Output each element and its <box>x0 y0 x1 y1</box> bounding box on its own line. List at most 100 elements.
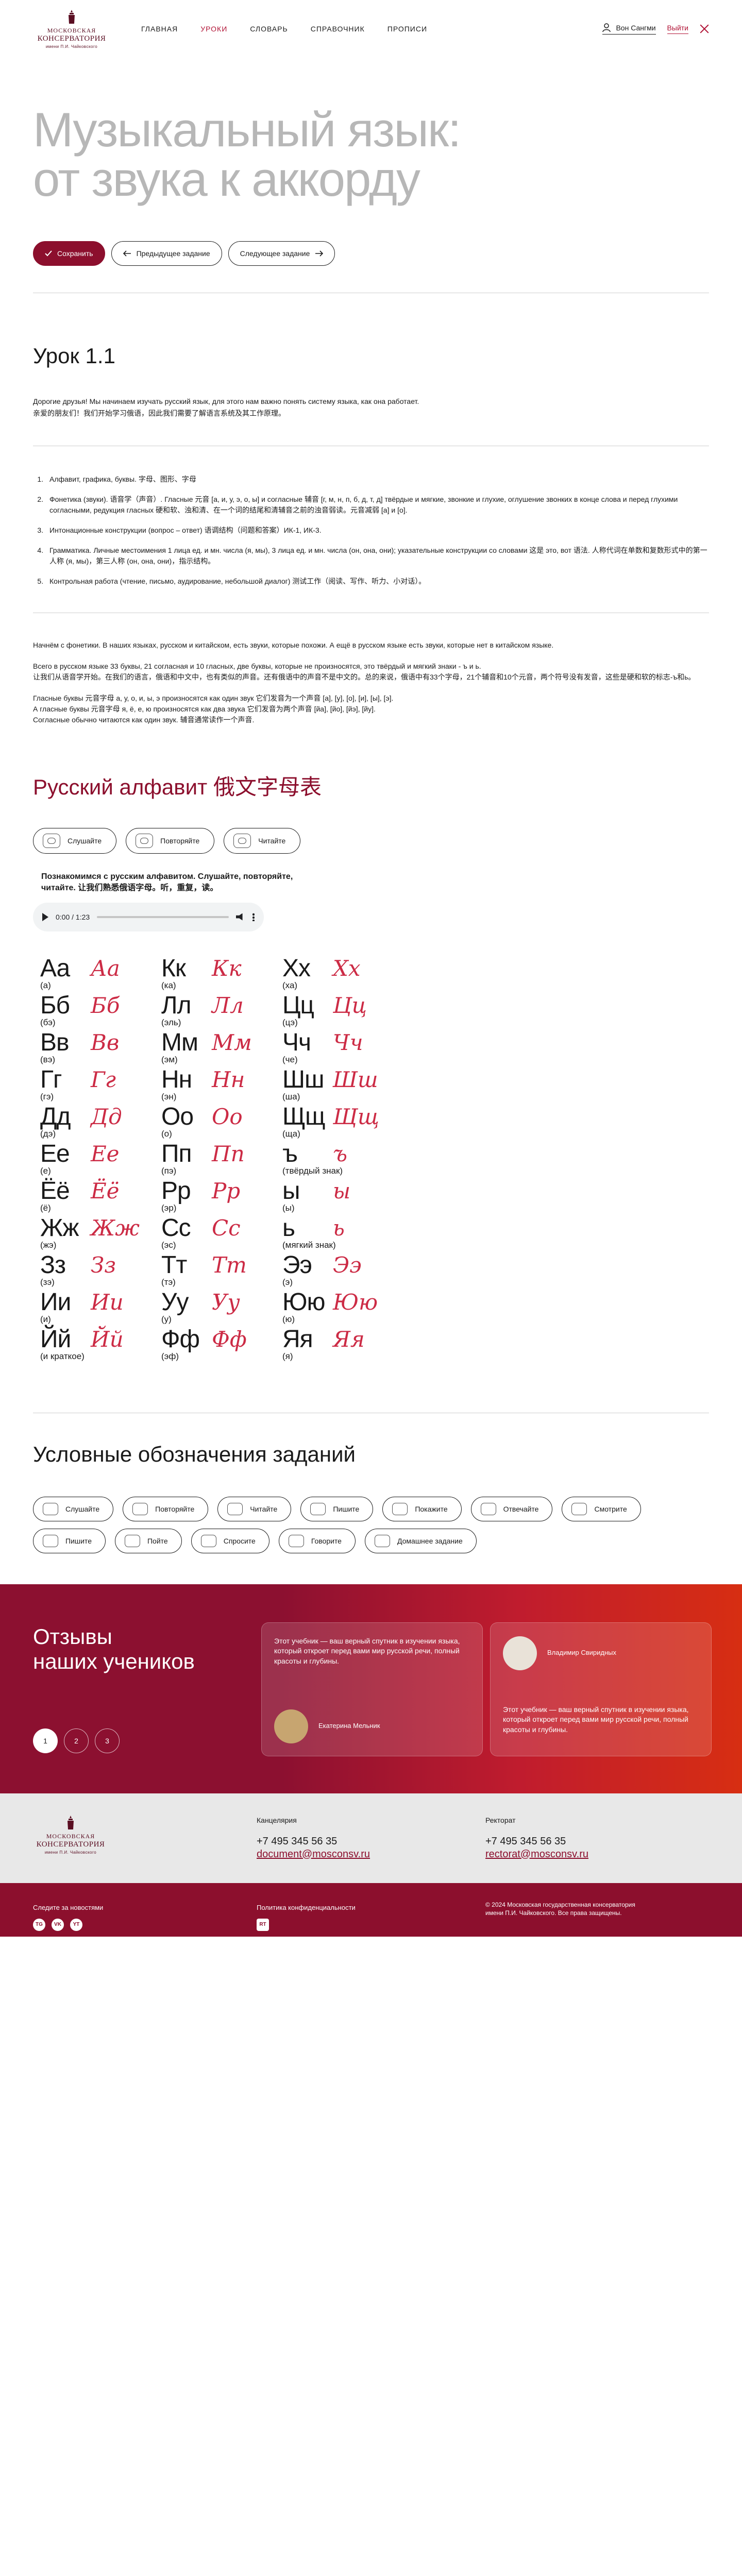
note-paragraph: Согласные обычно читаются как один звук.… <box>33 715 255 724</box>
rector-phone[interactable]: +7 495 345 56 35 <box>485 1836 588 1848</box>
conservatory-logo[interactable]: Московская Консерватория имени П.И. Чайк… <box>33 9 110 49</box>
convention-chip[interactable]: Отвечайте <box>470 1496 553 1521</box>
vk-icon[interactable]: VK <box>52 1918 64 1931</box>
letter-name: (вэ) <box>40 1054 56 1064</box>
logout-link[interactable]: Выйти <box>667 24 688 34</box>
footer-logo[interactable]: Московская Консерватория имени П.И. Чайк… <box>32 1815 109 1855</box>
audio-progress-bar[interactable] <box>97 916 229 918</box>
letter-script: Уу <box>212 1289 240 1315</box>
letter-script: Йй <box>91 1326 124 1352</box>
letter-name: (эм) <box>161 1054 178 1064</box>
review-author-name: Владимир Свиридных <box>547 1649 617 1657</box>
letter-name: (жэ) <box>40 1240 57 1250</box>
more-options-icon[interactable] <box>252 912 255 921</box>
lesson-title: Урок 1.1 <box>33 343 115 368</box>
convention-chip[interactable]: Пишите <box>33 1528 106 1553</box>
prev-task-button[interactable]: Предыдущее задание <box>111 241 222 266</box>
convention-chip[interactable]: Пишите <box>300 1496 374 1521</box>
alphabet-letter: Ээ Ээ (э) <box>282 1252 403 1290</box>
alphabet-title: Русский алфавит 俄文字母表 <box>33 774 322 799</box>
nav-reference[interactable]: Справочник <box>311 25 365 33</box>
convention-chip[interactable]: Спросите <box>191 1528 269 1553</box>
letter-script: Вв <box>91 1029 120 1055</box>
volume-icon[interactable] <box>236 913 243 921</box>
alphabet-letter: Хх Хх (ха) <box>282 956 403 993</box>
youtube-icon[interactable]: YT <box>70 1918 82 1931</box>
user-icon <box>602 23 611 32</box>
letter-name: (ё) <box>40 1202 51 1213</box>
task-type-icon <box>43 1534 58 1547</box>
nav-lessons[interactable]: Уроки <box>200 25 227 33</box>
convention-chip[interactable]: Слушайте <box>33 1496 114 1521</box>
task-type-icon <box>132 1502 148 1515</box>
lesson-controls: Сохранить Предыдущее задание Следующее з… <box>33 241 709 293</box>
letter-script: ъ <box>333 1141 347 1166</box>
convention-chip[interactable]: Домашнее задание <box>364 1528 477 1553</box>
task-type-icon <box>310 1502 326 1515</box>
task-type-icon <box>480 1502 496 1515</box>
convention-chip[interactable]: Смотрите <box>562 1496 641 1521</box>
letter-script: ы <box>333 1178 351 1204</box>
logo-line2: Консерватория <box>37 34 106 43</box>
audio-time: 0:00 / 1:23 <box>56 912 90 921</box>
next-task-button[interactable]: Следующее задание <box>228 241 335 266</box>
privacy-link[interactable]: Политика конфиденциальности <box>257 1904 356 1911</box>
nav-home[interactable]: Главная <box>141 25 178 33</box>
repeat-button[interactable]: Повторяйте <box>126 827 215 854</box>
convention-chip[interactable]: Покажите <box>382 1496 462 1521</box>
letter-script: Тт <box>212 1252 247 1278</box>
telegram-icon[interactable]: TG <box>33 1918 45 1931</box>
rutube-icon[interactable]: RT <box>257 1918 269 1931</box>
nav-dictionary[interactable]: Словарь <box>250 25 288 33</box>
convention-chip[interactable]: Говорите <box>278 1528 356 1553</box>
nav-copybook[interactable]: Прописи <box>387 25 427 33</box>
letter-name: (ю) <box>282 1314 295 1324</box>
convention-chip[interactable]: Читайте <box>217 1496 292 1521</box>
letter-name: (и краткое) <box>40 1351 85 1361</box>
conventions-section: Условные обозначения заданий Слушайте Пов… <box>0 1442 742 1553</box>
convention-chip[interactable]: Повторяйте <box>123 1496 209 1521</box>
convention-label: Говорите <box>311 1536 342 1545</box>
letter-script: Ээ <box>333 1252 362 1278</box>
office-email[interactable]: document@mosconsv.ru <box>257 1849 370 1860</box>
alphabet-letter: Мм Мм (эм) <box>161 1030 282 1067</box>
letter-script: Сс <box>212 1215 241 1241</box>
alphabet-letter: Фф Фф (эф) <box>161 1327 282 1364</box>
convention-chip[interactable]: Пойте <box>114 1528 182 1553</box>
close-icon[interactable] <box>700 24 709 33</box>
task-type-icon <box>200 1534 216 1547</box>
review-author: Владимир Свиридных <box>503 1636 699 1670</box>
reviews-title-line2: наших учеников <box>33 1649 195 1673</box>
alphabet-letter: Шш Шш (ша) <box>282 1067 403 1105</box>
letter-name: (ка) <box>161 980 176 990</box>
page-button[interactable]: 3 <box>95 1728 120 1753</box>
convention-label: Спросите <box>223 1536 256 1545</box>
book-icon <box>233 833 251 848</box>
alphabet-letter: Оо Оо (о) <box>161 1104 282 1142</box>
user-profile-link[interactable]: Вон Сангми <box>602 23 656 35</box>
read-button[interactable]: Читайте <box>224 827 301 854</box>
rector-email[interactable]: rectorat@mosconsv.ru <box>485 1849 588 1860</box>
play-icon[interactable] <box>42 912 48 921</box>
logo-line1: Московская <box>47 26 96 34</box>
office-phone[interactable]: +7 495 345 56 35 <box>257 1836 370 1848</box>
task-type-icon <box>124 1534 140 1547</box>
logo-line1: Московская <box>46 1832 95 1840</box>
save-button[interactable]: Сохранить <box>33 241 105 266</box>
alphabet-letter: Кк Кк (ка) <box>161 956 282 993</box>
task-type-icon <box>288 1534 304 1547</box>
crest-icon <box>69 9 75 24</box>
intro-ru: Дорогие друзья! Мы начинаем изучать русс… <box>33 397 419 405</box>
alphabet-letter: ь ь (мягкий знак) <box>282 1215 403 1253</box>
alphabet-letter: Цц Цц (цэ) <box>282 993 403 1030</box>
follow-block: Следите за новостями TG VK YT <box>33 1904 103 1931</box>
letter-script: Ее <box>91 1141 120 1166</box>
letter-script: ь <box>333 1215 345 1241</box>
listen-button[interactable]: Слушайте <box>33 827 117 854</box>
page-button[interactable]: 1 <box>33 1728 58 1753</box>
page-button[interactable]: 2 <box>64 1728 89 1753</box>
conventions-list: Слушайте Повторяйте Читайте Пишите Покажите О… <box>33 1496 718 1553</box>
page-title-line2: от звука к аккорду <box>33 151 420 206</box>
review-card: Этот учебник — ваш верный спутник в изуч… <box>261 1622 483 1756</box>
alphabet-letter: Лл Лл (эль) <box>161 993 282 1030</box>
